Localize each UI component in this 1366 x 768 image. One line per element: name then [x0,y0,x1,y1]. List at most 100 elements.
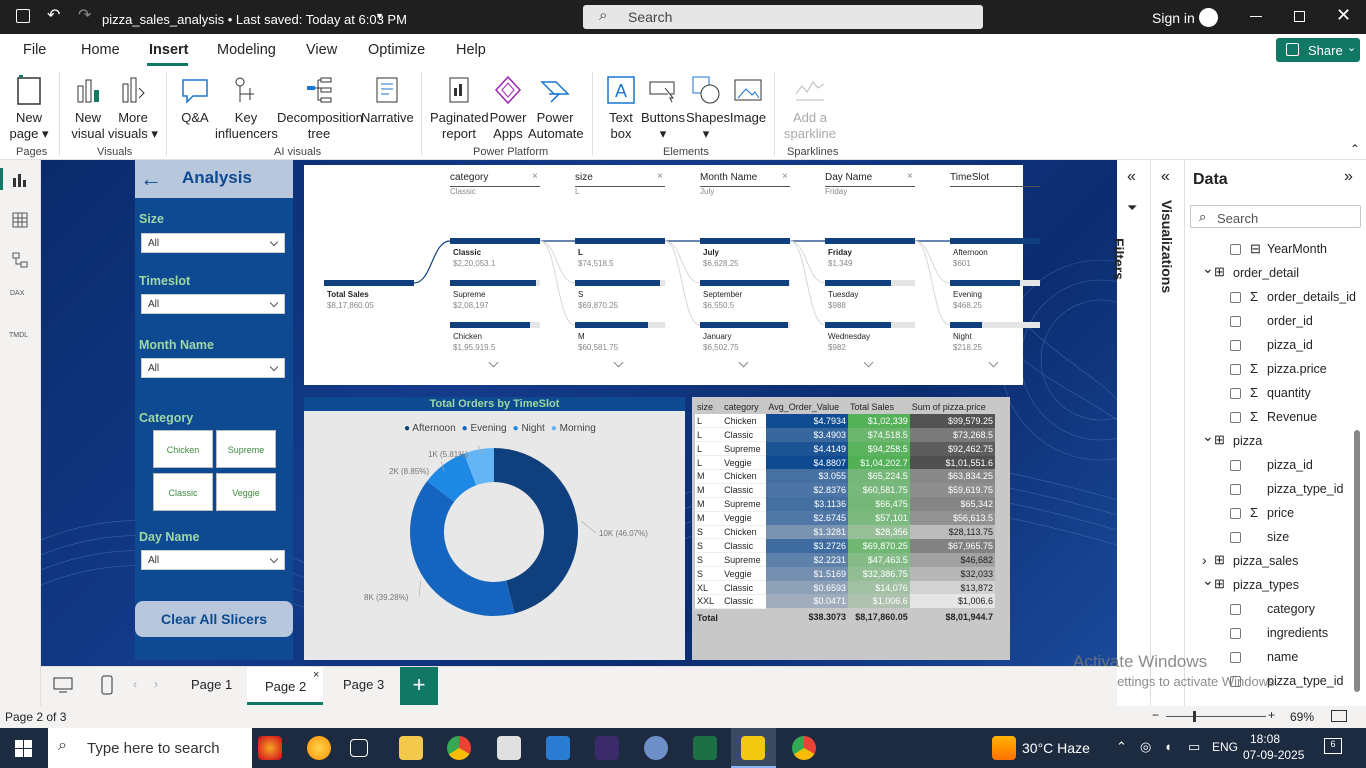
search-box[interactable]: ⌕ Search [583,5,983,29]
decomp-node[interactable]: S $69,870.25 [578,289,618,311]
volume-icon[interactable]: ◖ [1164,739,1172,754]
power-apps-button[interactable]: Power Apps [488,74,528,142]
field-item[interactable]: Σorder_details_id [1117,288,1357,308]
timeslot-dropdown[interactable]: All [141,294,285,314]
clear-slicers-button[interactable]: Clear All Slicers [135,601,293,637]
legend-item[interactable]: ● Afternoon [404,423,456,434]
decomp-node[interactable]: L $74,518.5 [578,247,614,269]
field-item[interactable]: Σpizza.price [1117,360,1357,380]
model-view-icon[interactable] [12,252,28,268]
chevron-down-icon[interactable]: ▼ [375,11,384,21]
matrix-table-visual[interactable]: size category Avg_Order_Value Total Sales Su… [692,397,1010,660]
prev-page-icon[interactable]: ‹ [133,677,137,691]
decomp-node[interactable]: M $60,581.75 [578,331,618,353]
category-chicken-button[interactable]: Chicken [153,430,213,468]
root-node[interactable]: Total Sales $8,17,860.05 [327,289,374,311]
expand-visualizations-icon[interactable]: « [1161,168,1170,186]
notepad-icon[interactable] [497,736,521,760]
decomp-node[interactable]: Afternoon $601 [953,247,988,269]
powerbi-taskbar-button[interactable] [731,728,776,768]
table-node[interactable]: ⌄ ⊞ pizza_types [1117,572,1357,596]
decomp-bar[interactable] [575,322,665,328]
chrome-icon[interactable] [447,736,471,760]
decomp-bar[interactable] [825,280,915,286]
new-visual-button[interactable]: New visual [67,74,109,142]
field-item[interactable]: pizza_id [1117,336,1357,356]
shapes-button[interactable]: Shapes ▾ [686,74,730,142]
table-row[interactable]: S Veggie $1.5169 $32,386.75 $32,033 [695,566,995,582]
table-row[interactable]: L Supreme $4.4149 $94,258.5 $92,462.75 [695,441,995,457]
column-header[interactable]: Sum of pizza.price [910,400,995,414]
share-button[interactable]: Share ⌄ [1276,38,1360,62]
table-row[interactable]: S Chicken $1.3281 $28,356 $28,113.75 [695,525,995,540]
field-item[interactable]: Σquantity [1117,384,1357,404]
weather-icon[interactable] [992,736,1016,760]
donut-chart-visual[interactable]: Total Orders by TimeSlot ● Afternoon ● Ev… [304,397,685,660]
table-row[interactable]: XL Classic $0.6593 $14,076 $13,872 [695,580,995,595]
decomp-bar[interactable] [575,280,665,286]
day-dropdown[interactable]: All [141,550,285,570]
chevron-right-icon[interactable]: › [1202,552,1207,568]
text-box-button[interactable]: A Text box [602,74,640,142]
decomposition-tree-button[interactable]: Decomposition tree [277,74,363,142]
table-node[interactable]: › ⊞ pizza_sales [1117,552,1357,572]
legend-item[interactable]: ● Night [513,423,545,434]
account-icon[interactable] [1199,8,1218,27]
table-row[interactable]: XXL Classic $0.0471 $1,006.6 $1,006.6 [695,594,995,609]
desktop-layout-icon[interactable] [53,677,73,693]
dax-query-icon[interactable]: DAX [10,290,24,297]
field-checkbox[interactable] [1230,460,1241,471]
chrome-icon-2[interactable] [792,736,816,760]
field-checkbox[interactable] [1230,628,1241,639]
decomp-node[interactable]: Night $218.25 [953,331,982,353]
tex-icon[interactable] [595,736,619,760]
language-indicator[interactable]: ENG [1212,740,1238,754]
decomp-node[interactable]: Chicken $1,95,919.5 [453,331,495,353]
decomp-bar[interactable] [700,322,790,328]
decomp-node[interactable]: July $6,628.25 [703,247,739,269]
signin-link[interactable]: Sign in [1152,10,1195,26]
field-item[interactable]: category [1117,600,1357,620]
tmdl-view-icon[interactable]: TMDL [9,332,28,339]
field-item[interactable]: ingredients [1117,624,1357,644]
page-tab-1[interactable]: Page 1 [191,677,232,692]
decomp-bar[interactable] [950,322,1040,328]
taskbar-search[interactable]: ⌕ Type here to search [48,728,252,768]
decomp-bar[interactable] [575,238,665,244]
field-checkbox[interactable] [1230,316,1241,327]
power-automate-button[interactable]: Power Automate [528,74,584,142]
zoom-out-icon[interactable]: − [1152,708,1159,722]
clock-date[interactable]: 07-09-2025 [1243,748,1304,762]
table-row[interactable]: S Classic $3.2726 $69,870.25 $67,965.75 [695,538,995,554]
column-header[interactable]: category [722,400,766,414]
fit-page-icon[interactable] [1331,710,1347,722]
tray-chevron-icon[interactable]: ⌃ [1116,739,1127,755]
table-node[interactable]: ⌄ ⊞ order_detail [1117,260,1357,284]
paginated-report-button[interactable]: Paginated report [430,74,489,142]
weather-text[interactable]: 30°C Haze [1022,740,1090,756]
table-row[interactable]: M Supreme $3.1136 $66,475 $65,342 [695,497,995,512]
file-explorer-icon[interactable] [399,736,423,760]
minimize-icon[interactable] [1250,16,1262,17]
field-checkbox[interactable] [1230,508,1241,519]
field-item[interactable]: order_id [1117,312,1357,332]
field-item[interactable]: pizza_id [1117,456,1357,476]
table-row[interactable]: M Veggie $2.6745 $57,101 $56,613.5 [695,511,995,526]
field-checkbox[interactable] [1230,340,1241,351]
table-row[interactable]: S Supreme $2.2231 $47,463.5 $46,682 [695,552,995,568]
decomp-bar[interactable] [700,238,790,244]
category-supreme-button[interactable]: Supreme [216,430,276,468]
vscode-icon[interactable] [546,736,570,760]
legend-item[interactable]: ● Morning [551,423,596,434]
collapse-data-icon[interactable]: » [1344,168,1353,186]
table-row[interactable]: M Classic $2.8376 $60,581.75 $59,619.75 [695,483,995,498]
new-page-button[interactable]: New page ▾ [7,74,51,142]
decomp-node[interactable]: Tuesday $988 [828,289,858,311]
decomp-node[interactable]: Supreme $2,08,197 [453,289,489,311]
notification-icon[interactable]: 6 [1324,738,1342,754]
decomp-node[interactable]: Wednesday $982 [828,331,870,353]
excel-icon[interactable] [693,736,717,760]
menu-home[interactable]: Home [81,42,120,58]
zoom-in-icon[interactable]: + [1268,708,1275,722]
decomp-node[interactable]: Friday $1,349 [828,247,852,269]
